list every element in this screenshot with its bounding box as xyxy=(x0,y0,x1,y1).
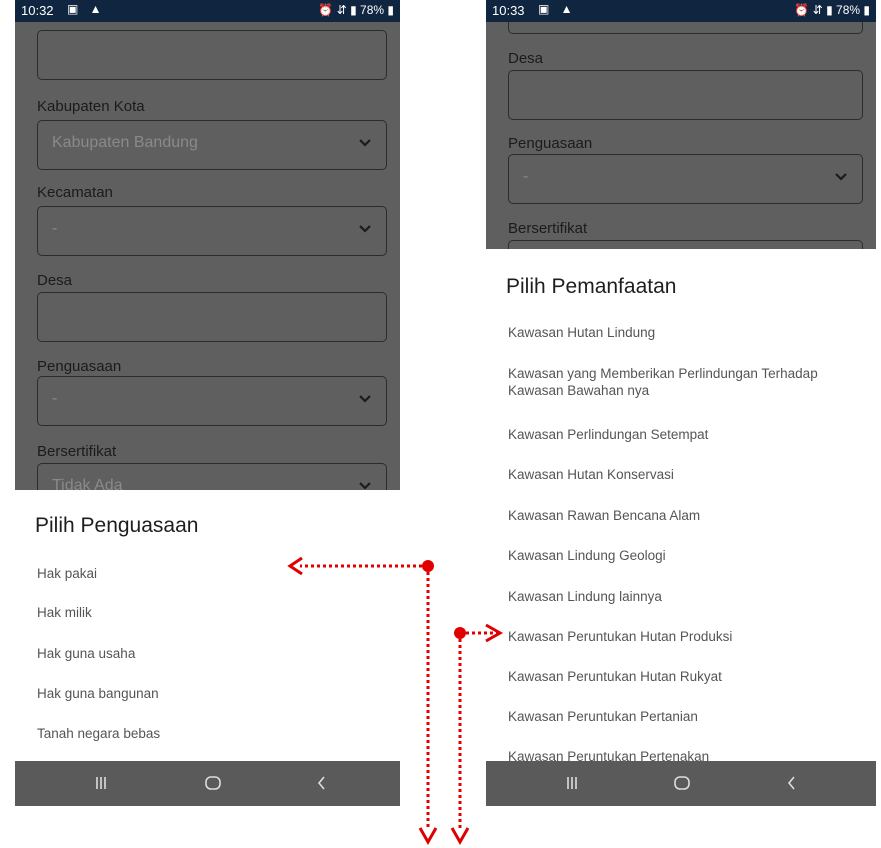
penguasaan-select[interactable]: - xyxy=(508,154,863,204)
kabupaten-select[interactable]: Kabupaten Bandung xyxy=(37,120,387,170)
option-tanah-negara-bebas[interactable]: Tanah negara bebas xyxy=(37,725,160,742)
status-bar: 10:32 ▣ ▲ ⏰ ⇵ ▮ 78% ▮ xyxy=(15,0,400,22)
option-pertanian[interactable]: Kawasan Peruntukan Pertanian xyxy=(508,708,698,725)
option-hak-milik[interactable]: Hak milik xyxy=(37,604,92,621)
battery-percent: 78% xyxy=(360,3,385,17)
option-hutan-rukyat[interactable]: Kawasan Peruntukan Hutan Rukyat xyxy=(508,668,722,685)
sheet-title: Pilih Penguasaan xyxy=(35,514,199,537)
kecamatan-select[interactable]: - xyxy=(37,206,387,256)
penguasaan-picker-sheet: Pilih Penguasaan Hak pakai Hak milik Hak… xyxy=(15,490,400,761)
status-bar: 10:33 ▣ ▲ ⏰ ⇵ ▮ 78% ▮ xyxy=(486,0,876,22)
bersertifikat-value: Tidak Ada xyxy=(52,477,123,490)
status-time: 10:33 xyxy=(492,3,525,18)
recent-apps-icon[interactable] xyxy=(91,773,111,793)
option-hutan-produksi[interactable]: Kawasan Peruntukan Hutan Produksi xyxy=(508,628,732,645)
chevron-down-icon xyxy=(359,482,371,490)
arrowhead-down xyxy=(418,827,438,846)
status-battery: ⏰ ⇵ ▮ 78% ▮ xyxy=(318,3,394,17)
chevron-down-icon xyxy=(359,139,371,147)
back-icon[interactable] xyxy=(312,773,332,793)
desa-input[interactable] xyxy=(508,70,863,120)
notification-icons: ▣ ▲ xyxy=(538,2,577,16)
chevron-down-icon xyxy=(359,395,371,403)
kabupaten-label: Kabupaten Kota xyxy=(37,98,145,115)
chevron-down-icon xyxy=(835,173,847,181)
option-perlindungan-setempat[interactable]: Kawasan Perlindungan Setempat xyxy=(508,426,708,443)
notification-icons: ▣ ▲ xyxy=(67,2,106,16)
arrowhead-down xyxy=(450,827,470,846)
kabupaten-value: Kabupaten Bandung xyxy=(52,134,198,151)
form-overlay: Desa Penguasaan - Bersertifikat xyxy=(486,22,876,249)
sheet-title: Pilih Pemanfaatan xyxy=(506,275,677,298)
penguasaan-label: Penguasaan xyxy=(37,358,122,375)
bersertifikat-label: Bersertifikat xyxy=(508,220,588,237)
kecamatan-label: Kecamatan xyxy=(37,184,113,201)
option-hak-guna-bangunan[interactable]: Hak guna bangunan xyxy=(37,685,159,702)
previous-field-box[interactable] xyxy=(37,30,387,80)
navigation-bar xyxy=(486,761,876,806)
home-icon[interactable] xyxy=(203,773,223,793)
pemanfaatan-picker-sheet: Pilih Pemanfaatan Kawasan Hutan Lindung … xyxy=(486,249,876,761)
arrow-origin-dot xyxy=(422,560,434,572)
penguasaan-value: - xyxy=(52,390,58,407)
kecamatan-value: - xyxy=(52,220,58,237)
navigation-bar xyxy=(15,761,400,806)
option-hak-pakai[interactable]: Hak pakai xyxy=(37,565,97,582)
form-overlay: Kabupaten Kota Kabupaten Bandung Kecamat… xyxy=(15,22,400,490)
bersertifikat-label: Bersertifikat xyxy=(37,443,117,460)
desa-label: Desa xyxy=(37,272,73,289)
option-hak-guna-usaha[interactable]: Hak guna usaha xyxy=(37,645,135,662)
right-phone-screen: 10:33 ▣ ▲ ⏰ ⇵ ▮ 78% ▮ Desa Penguasaan - … xyxy=(486,0,876,806)
arrow-origin-dot xyxy=(454,627,466,639)
penguasaan-label: Penguasaan xyxy=(508,135,593,152)
chevron-down-icon xyxy=(359,225,371,233)
option-pertenakan[interactable]: Kawasan Peruntukan Pertenakan xyxy=(508,748,709,761)
desa-label: Desa xyxy=(508,50,544,67)
status-battery: ⏰ ⇵ ▮ 78% ▮ xyxy=(794,3,870,17)
battery-percent: 78% xyxy=(836,3,861,17)
desa-input[interactable] xyxy=(37,292,387,342)
home-icon[interactable] xyxy=(672,773,692,793)
option-lindung-lainnya[interactable]: Kawasan Lindung lainnya xyxy=(508,588,662,605)
status-time: 10:32 xyxy=(21,3,54,18)
left-phone-screen: 10:32 ▣ ▲ ⏰ ⇵ ▮ 78% ▮ Kabupaten Kota Kab… xyxy=(15,0,400,806)
back-icon[interactable] xyxy=(782,773,802,793)
option-perlindungan-bawahan[interactable]: Kawasan yang Memberikan Perlindungan Ter… xyxy=(508,365,838,399)
penguasaan-value: - xyxy=(523,168,529,185)
option-hutan-konservasi[interactable]: Kawasan Hutan Konservasi xyxy=(508,466,674,483)
recent-apps-icon[interactable] xyxy=(562,773,582,793)
option-hutan-lindung[interactable]: Kawasan Hutan Lindung xyxy=(508,324,655,341)
option-lindung-geologi[interactable]: Kawasan Lindung Geologi xyxy=(508,547,666,564)
bersertifikat-select[interactable] xyxy=(508,240,863,249)
option-rawan-bencana[interactable]: Kawasan Rawan Bencana Alam xyxy=(508,507,700,524)
bersertifikat-select[interactable]: Tidak Ada xyxy=(37,463,387,490)
penguasaan-select[interactable]: - xyxy=(37,376,387,426)
previous-field-box[interactable] xyxy=(508,22,863,34)
